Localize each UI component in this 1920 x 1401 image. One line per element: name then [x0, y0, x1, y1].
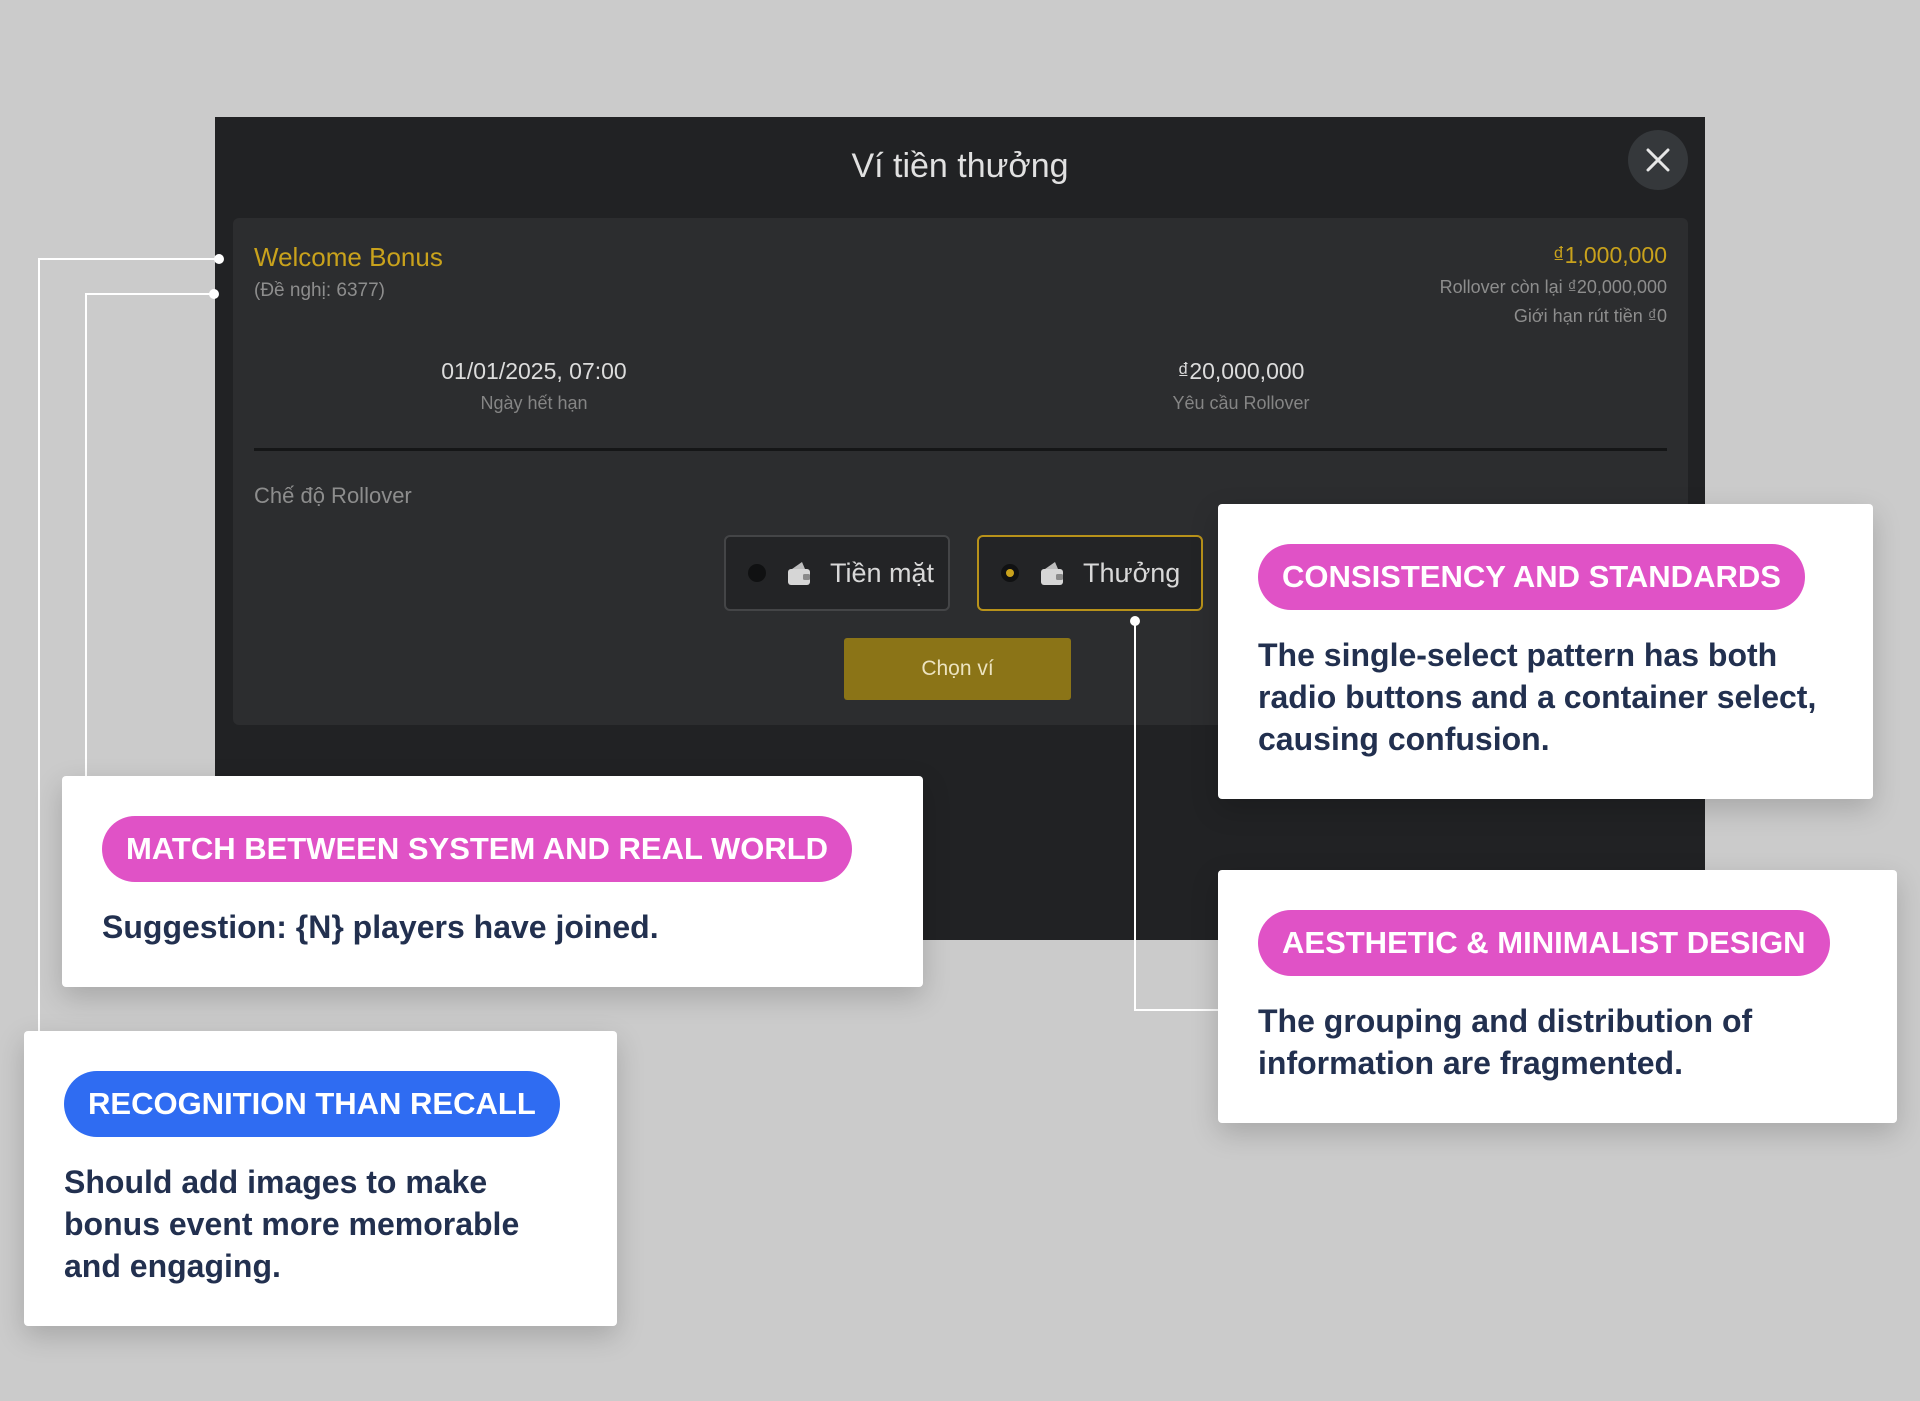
note-consistency-text: The single-select pattern has both radio… — [1258, 637, 1817, 757]
divider — [254, 448, 1667, 451]
wallet-icon — [788, 562, 810, 585]
connector-dot — [1130, 616, 1140, 626]
expiry-label: Ngày hết hạn — [480, 393, 588, 413]
connector-line — [1134, 620, 1136, 1011]
connector-line — [1134, 1009, 1218, 1011]
expiry-stat: 01/01/2025, 07:00 Ngày hết hạn — [374, 358, 694, 414]
note-recognition-text: Should add images to make bonus event mo… — [64, 1164, 520, 1284]
expiry-value: 01/01/2025, 07:00 — [441, 358, 627, 384]
modal-title: Ví tiền thưởng — [851, 147, 1069, 185]
bonus-offer: (Đề nghị: 6377) — [254, 280, 385, 301]
withdraw-limit: Giới hạn rút tiền ₫0 — [1513, 306, 1667, 326]
option-bonus[interactable]: Thưởng — [977, 535, 1203, 611]
close-button[interactable] — [1628, 130, 1688, 190]
connector-dot — [209, 289, 219, 299]
close-icon — [1646, 148, 1670, 172]
option-cash-label: Tiền mặt — [830, 557, 935, 588]
choose-wallet-button[interactable]: Chọn ví — [844, 638, 1071, 700]
note-recognition: RECOGNITION THAN RECALL Should add image… — [24, 1031, 617, 1326]
connector-line — [85, 293, 215, 295]
option-cash[interactable]: Tiền mặt — [724, 535, 950, 611]
connector-line — [38, 258, 220, 260]
radio-bonus[interactable] — [1001, 564, 1019, 582]
radio-cash[interactable] — [748, 564, 766, 582]
rollover-remaining: Rollover còn lại ₫20,000,000 — [1439, 277, 1667, 297]
connector-line — [85, 293, 87, 778]
tag-recognition: RECOGNITION THAN RECALL — [64, 1071, 560, 1137]
note-match: MATCH BETWEEN SYSTEM AND REAL WORLD Sugg… — [62, 776, 923, 987]
rollover-requirement-value: ₫20,000,000 — [1177, 358, 1305, 384]
rollover-requirement-stat: ₫20,000,000 Yêu cầu Rollover — [1081, 358, 1401, 414]
wallet-icon — [1041, 562, 1063, 585]
note-aesthetic-text: The grouping and distribution of informa… — [1258, 1003, 1753, 1081]
tag-consistency: CONSISTENCY AND STANDARDS — [1258, 544, 1805, 610]
bonus-amount: ₫1,000,000 — [1552, 242, 1667, 268]
option-bonus-label: Thưởng — [1083, 557, 1181, 588]
connector-dot — [214, 254, 224, 264]
note-match-text: Suggestion: {N} players have joined. — [102, 909, 659, 945]
connector-line — [38, 258, 40, 1031]
note-aesthetic: AESTHETIC & MINIMALIST DESIGN The groupi… — [1218, 870, 1897, 1123]
tag-aesthetic: AESTHETIC & MINIMALIST DESIGN — [1258, 910, 1830, 976]
bonus-name: Welcome Bonus — [254, 242, 443, 272]
note-consistency: CONSISTENCY AND STANDARDS The single-sel… — [1218, 504, 1873, 799]
rollover-mode-label: Chế độ Rollover — [254, 483, 412, 508]
rollover-requirement-label: Yêu cầu Rollover — [1172, 393, 1310, 413]
tag-match: MATCH BETWEEN SYSTEM AND REAL WORLD — [102, 816, 853, 882]
